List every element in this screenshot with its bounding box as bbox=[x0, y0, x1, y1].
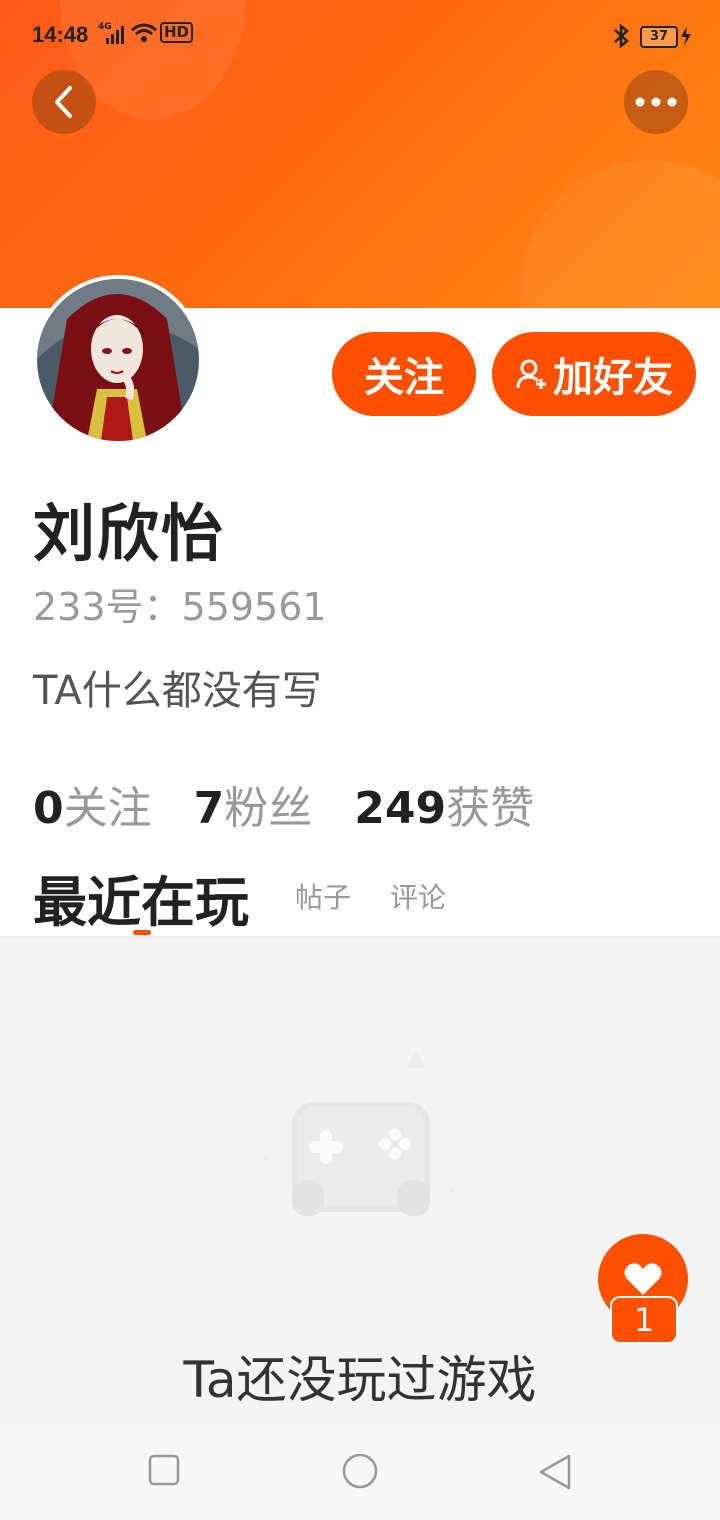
like-count-badge: 1 bbox=[610, 1296, 678, 1344]
stat-following[interactable]: 0 关注 bbox=[33, 772, 152, 836]
add-friend-button[interactable]: 加好友 bbox=[492, 332, 696, 416]
charging-icon bbox=[680, 26, 692, 50]
add-person-icon bbox=[516, 359, 546, 389]
follow-label: 关注 bbox=[364, 355, 444, 401]
follow-button[interactable]: 关注 bbox=[332, 332, 476, 416]
bluetooth-icon bbox=[612, 23, 630, 52]
back-arrow-icon bbox=[55, 86, 72, 118]
user-name: 刘欣怡 bbox=[33, 497, 226, 570]
nav-circle-icon[interactable] bbox=[341, 1453, 379, 1496]
wifi-icon bbox=[130, 22, 158, 48]
stat-label: 关注 bbox=[63, 783, 152, 834]
nav-back-triangle-icon[interactable] bbox=[538, 1454, 572, 1494]
stat-label: 获赞 bbox=[446, 783, 535, 834]
nav-square-icon[interactable] bbox=[148, 1454, 180, 1490]
user-bio: TA什么都没有写 bbox=[33, 668, 322, 714]
user-id: 233号：559561 bbox=[33, 585, 327, 629]
stat-fans[interactable]: 7 粉丝 bbox=[194, 772, 313, 836]
tab-recent-games[interactable]: 最近在玩 bbox=[33, 858, 249, 937]
add-friend-label: 加好友 bbox=[553, 355, 673, 401]
tab-posts[interactable]: 帖子 bbox=[295, 876, 351, 916]
empty-state-text: Ta还没玩过游戏 bbox=[183, 1351, 537, 1409]
system-nav-bar bbox=[0, 1424, 720, 1520]
status-time: 14:48 bbox=[32, 22, 89, 47]
stat-likes[interactable]: 249 获赞 bbox=[354, 772, 534, 836]
battery-indicator: 37 bbox=[640, 26, 678, 48]
heart-icon bbox=[624, 1263, 662, 1295]
hd-badge: HD bbox=[160, 22, 194, 43]
more-button[interactable] bbox=[624, 70, 688, 134]
stat-label: 粉丝 bbox=[224, 783, 313, 834]
gamepad-icon bbox=[260, 1040, 460, 1224]
status-bar: 14:48 4G HD 37 bbox=[0, 0, 720, 76]
tab-active-indicator bbox=[133, 930, 151, 935]
stat-num: 7 bbox=[193, 783, 225, 834]
back-button[interactable] bbox=[32, 70, 96, 134]
stats-row: 0 关注 7 粉丝 249 获赞 bbox=[33, 772, 534, 836]
stat-num: 249 bbox=[354, 783, 447, 834]
stat-num: 0 bbox=[33, 783, 64, 834]
avatar[interactable] bbox=[33, 275, 203, 445]
banner-decoration bbox=[520, 160, 720, 308]
signal-icon bbox=[104, 26, 126, 48]
avatar-image bbox=[37, 279, 199, 441]
tab-comments[interactable]: 评论 bbox=[390, 876, 446, 916]
more-dots-icon bbox=[635, 97, 677, 107]
